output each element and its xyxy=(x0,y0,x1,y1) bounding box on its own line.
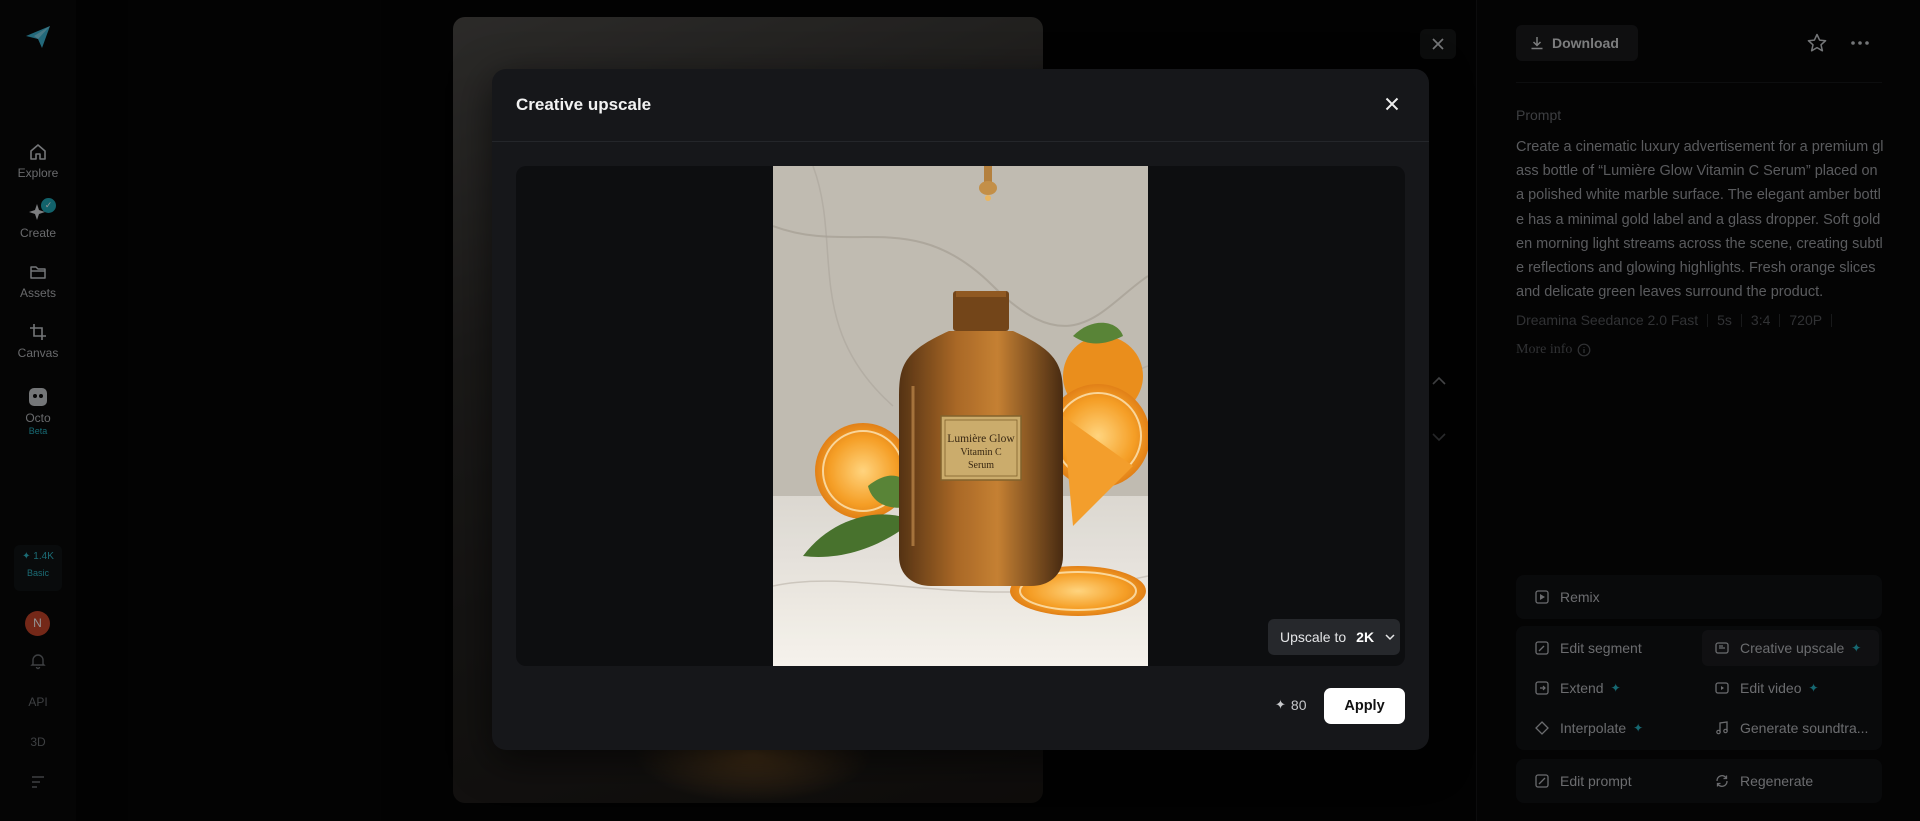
close-icon xyxy=(1385,97,1399,111)
cost-value: 80 xyxy=(1290,697,1307,713)
credit-cost: ✦ 80 xyxy=(1275,697,1306,713)
upscale-resolution-select[interactable]: Upscale to 2K xyxy=(1268,619,1400,655)
close-dialog-button[interactable] xyxy=(1380,92,1404,116)
serum-bottle-illustration: Lumière Glow Vitamin C Serum xyxy=(773,166,1148,666)
apply-button[interactable]: Apply xyxy=(1324,688,1405,724)
product-image: Lumière Glow Vitamin C Serum xyxy=(773,166,1148,666)
upscale-preview-area: Lumière Glow Vitamin C Serum Upscale to … xyxy=(516,166,1405,666)
creative-upscale-dialog: Creative upscale Upscale to 2K ✦ 80 Appl… xyxy=(492,69,1429,750)
dialog-title: Creative upscale xyxy=(516,95,652,114)
chevron-down-icon xyxy=(1385,634,1395,641)
divider xyxy=(492,141,1429,142)
sparkle-icon: ✦ xyxy=(1275,697,1286,712)
upscale-prefix: Upscale to xyxy=(1280,629,1347,645)
upscale-value: 2K xyxy=(1356,629,1375,645)
